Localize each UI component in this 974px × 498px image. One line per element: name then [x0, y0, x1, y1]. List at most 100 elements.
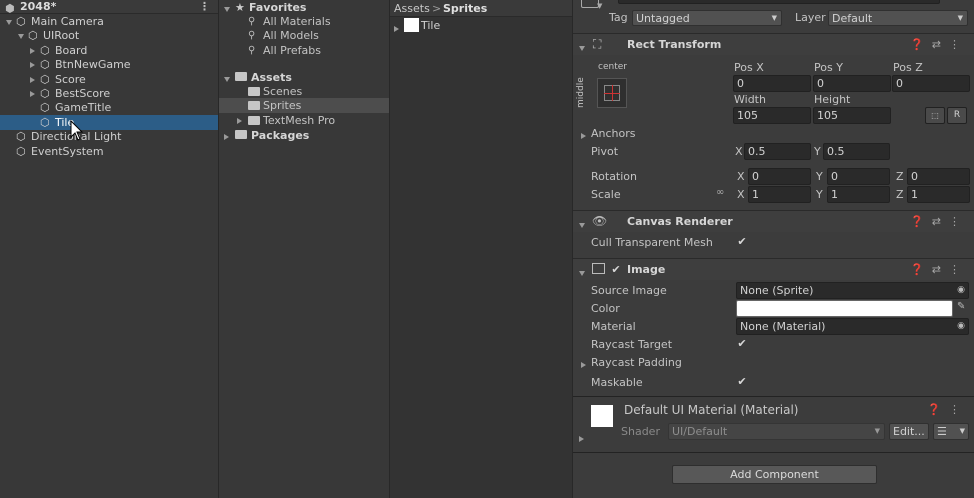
layer-dropdown[interactable]: Default ▼ [828, 10, 968, 26]
expand-arrow-icon[interactable] [30, 62, 35, 69]
object-picker-icon[interactable]: ◉ [957, 319, 965, 334]
scale-z-field[interactable]: 1 [907, 186, 970, 203]
chevron-down-icon[interactable]: ▼ [597, 2, 602, 10]
help-icon[interactable]: ❓ [910, 215, 932, 228]
assets-group[interactable]: Assets [219, 70, 389, 85]
rect-transform-header[interactable]: ⛶ Rect Transform ❓⇄⋮ [573, 33, 974, 55]
maskable-checkbox[interactable]: ✔ [736, 376, 748, 388]
anchors-foldout-arrow-icon[interactable] [581, 133, 586, 139]
raycast-padding-foldout-arrow-icon[interactable] [581, 362, 586, 368]
hierarchy-item[interactable]: ⬡ BtnNewGame [0, 57, 218, 72]
hierarchy-item[interactable]: ⬡ Score [0, 72, 218, 87]
rotation-x-field[interactable]: 0 [748, 168, 811, 185]
expand-arrow-icon[interactable] [18, 33, 24, 39]
pos-z-field[interactable]: 0 [892, 75, 970, 92]
expand-arrow-icon[interactable] [30, 47, 35, 54]
canvas-renderer-header[interactable]: 👁 Canvas Renderer ❓⇄⋮ [573, 210, 974, 232]
inspector-panel: ▼ Tag Untagged ▼ Layer Default ▼ ⛶ Rect … [573, 0, 974, 498]
eyedropper-icon[interactable]: ✎ [957, 301, 965, 312]
raw-edit-button[interactable]: R [947, 107, 967, 124]
anchor-preset-button[interactable] [597, 78, 627, 108]
preset-icon[interactable]: ⇄ [932, 38, 949, 51]
gameobject-cube-icon: ⬡ [40, 87, 50, 100]
breadcrumb-root[interactable]: Assets [394, 1, 430, 16]
more-menu-icon[interactable]: ⋮ [949, 403, 968, 416]
asset-expand-arrow-icon[interactable] [394, 26, 399, 32]
mouse-cursor-icon [70, 120, 84, 141]
rotation-y-field[interactable]: 0 [827, 168, 890, 185]
assets-folder-item[interactable]: Scenes [219, 84, 389, 99]
image-enabled-checkbox[interactable]: ✔ [610, 264, 622, 276]
expand-arrow-icon[interactable] [6, 19, 12, 25]
color-field[interactable] [736, 300, 953, 317]
assets-folder-item[interactable]: Sprites [219, 98, 389, 114]
more-menu-icon[interactable]: ⋮ [949, 263, 968, 276]
favorites-item[interactable]: ⚲ All Materials [219, 14, 389, 29]
hierarchy-item[interactable]: ⬡ EventSystem [0, 144, 218, 159]
favorites-expand-arrow-icon[interactable] [224, 6, 230, 12]
favorites-group[interactable]: ★ Favorites [219, 0, 389, 15]
pos-x-field[interactable]: 0 [733, 75, 811, 92]
section-divider [573, 452, 974, 453]
anchors-label[interactable]: Anchors [591, 127, 636, 140]
pivot-y-field[interactable]: 0.5 [823, 143, 890, 160]
image-header[interactable]: ✔ Image ❓⇄⋮ [573, 258, 974, 280]
help-icon[interactable]: ❓ [927, 403, 949, 416]
add-component-button[interactable]: Add Component [672, 465, 877, 484]
tag-dropdown[interactable]: Untagged ▼ [632, 10, 782, 26]
hierarchy-item-label: BestScore [55, 87, 111, 100]
edit-shader-button[interactable]: Edit... [889, 423, 929, 440]
shader-options-button[interactable]: ☰ ▼ [933, 423, 969, 440]
help-icon[interactable]: ❓ [910, 38, 932, 51]
material-field[interactable]: None (Material) ◉ [736, 318, 969, 335]
foldout-arrow-icon[interactable] [579, 270, 585, 276]
asset-item-tile[interactable]: Tile [390, 18, 572, 33]
preset-icon[interactable]: ⇄ [932, 263, 949, 276]
foldout-arrow-icon[interactable] [579, 45, 585, 51]
raycast-padding-label[interactable]: Raycast Padding [591, 356, 682, 369]
gameobject-cube-icon: ⬡ [16, 144, 26, 158]
more-menu-icon[interactable]: ⋮ [949, 215, 968, 228]
scale-x-field[interactable]: 1 [748, 186, 811, 203]
more-menu-icon[interactable]: ⋮ [949, 38, 968, 51]
height-field[interactable]: 105 [813, 107, 891, 124]
gameobject-name-field[interactable] [618, 0, 940, 4]
favorites-item[interactable]: ⚲ All Models [219, 28, 389, 43]
preset-icon[interactable]: ⇄ [932, 215, 949, 228]
cull-transparent-mesh-checkbox[interactable]: ✔ [736, 236, 748, 248]
source-image-field[interactable]: None (Sprite) ◉ [736, 282, 969, 299]
favorites-item[interactable]: ⚲ All Prefabs [219, 43, 389, 58]
pivot-x-field[interactable]: 0.5 [744, 143, 811, 160]
scene-header[interactable]: ⬢ 2048* ⋮ [0, 0, 218, 15]
pos-y-field[interactable]: 0 [813, 75, 891, 92]
hierarchy-item[interactable]: ⬡ Tile [0, 114, 218, 130]
rotation-z-field[interactable]: 0 [907, 168, 970, 185]
packages-expand-arrow-icon[interactable] [224, 134, 229, 140]
hierarchy-item[interactable]: ⬡ Directional Light [0, 129, 218, 144]
packages-group[interactable]: Packages [219, 128, 389, 143]
assets-folder-item[interactable]: TextMesh Pro [219, 113, 389, 128]
hierarchy-item[interactable]: ⬡ GameTitle [0, 100, 218, 115]
material-foldout-arrow-icon[interactable] [579, 436, 584, 442]
hierarchy-item[interactable]: ⬡ Board [0, 43, 218, 58]
hierarchy-item[interactable]: ⬡ BestScore [0, 86, 218, 101]
expand-arrow-icon[interactable] [30, 76, 35, 83]
help-icon[interactable]: ❓ [910, 263, 932, 276]
folder-open-icon [235, 72, 247, 81]
object-picker-icon[interactable]: ◉ [957, 283, 965, 298]
breadcrumb-current[interactable]: Sprites [443, 1, 487, 16]
scene-name: 2048* [20, 0, 57, 13]
expand-arrow-icon[interactable] [237, 117, 242, 124]
raycast-target-checkbox[interactable]: ✔ [736, 338, 748, 350]
foldout-arrow-icon[interactable] [579, 222, 585, 228]
hierarchy-item[interactable]: ⬡ UIRoot [0, 28, 218, 43]
more-menu-icon[interactable]: ⋮ [199, 0, 210, 13]
hierarchy-item[interactable]: ⬡ Main Camera [0, 14, 218, 29]
blueprint-mode-button[interactable]: ⬚ [925, 107, 945, 124]
constrain-proportions-link-icon[interactable]: ∞ [716, 187, 724, 198]
assets-expand-arrow-icon[interactable] [224, 76, 230, 82]
width-field[interactable]: 105 [733, 107, 811, 124]
shader-dropdown[interactable]: UI/Default ▼ [668, 423, 885, 440]
expand-arrow-icon[interactable] [30, 91, 35, 97]
scale-y-field[interactable]: 1 [827, 186, 890, 203]
